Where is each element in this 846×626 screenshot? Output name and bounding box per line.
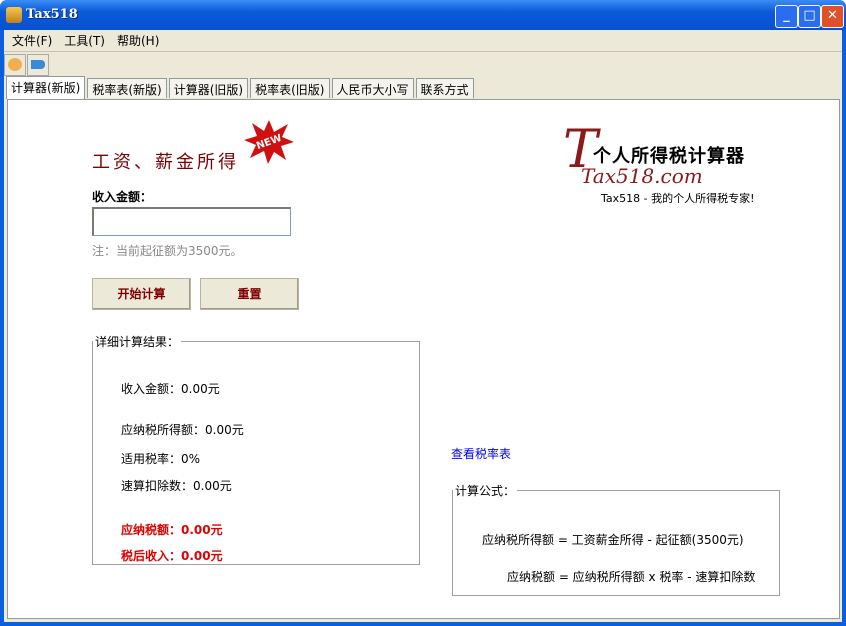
- result-deduction: 速算扣除数：0.00元: [121, 479, 232, 493]
- tab-rate-table-old[interactable]: 税率表(旧版): [250, 78, 330, 98]
- formula-group: 计算公式： 应纳税所得额 = 工资薪金所得 - 起征额(3500元) 应纳税额 …: [452, 482, 780, 596]
- calculate-button[interactable]: 开始计算: [92, 278, 191, 310]
- menu-bar: 文件(F) 工具(T) 帮助(H): [4, 30, 842, 49]
- coins-app-icon: [6, 7, 22, 23]
- maximize-button[interactable]: □: [798, 5, 821, 28]
- menu-tools[interactable]: 工具(T): [58, 30, 111, 49]
- new-badge-icon: NEW: [244, 120, 294, 164]
- close-button[interactable]: ✕: [821, 5, 844, 28]
- tax518-logo: T 个人所得税计算器 Tax518.com Tax518 - 我的个人所得税专家…: [563, 120, 755, 205]
- result-taxable: 应纳税所得额：0.00元: [121, 423, 244, 437]
- coins-toolbar-button[interactable]: [4, 54, 26, 76]
- app-window: Tax518 _ □ ✕ 文件(F) 工具(T) 帮助(H) 计算器(新版) 税…: [0, 0, 846, 626]
- details-group: 详细计算结果： 收入金额：0.00元 应纳税所得额：0.00元 适用税率：0% …: [92, 333, 420, 565]
- logo-brand: Tax518.com: [581, 164, 703, 188]
- client-area: 文件(F) 工具(T) 帮助(H) 计算器(新版) 税率表(新版) 计算器(旧版…: [4, 30, 842, 622]
- threshold-note: 注：当前起征额为3500元。: [92, 244, 243, 258]
- toolbar: [4, 51, 842, 76]
- tab-strip: 计算器(新版) 税率表(新版) 计算器(旧版) 税率表(旧版) 人民币大小写 联…: [6, 76, 476, 99]
- tab-contact[interactable]: 联系方式: [415, 78, 474, 98]
- tab-calculator-old[interactable]: 计算器(旧版): [168, 78, 249, 98]
- formula-1: 应纳税所得额 = 工资薪金所得 - 起征额(3500元): [482, 533, 744, 547]
- calculator-page: 工资、薪金所得 NEW 收入金额： 注：当前起征额为3500元。 开始计算 重置…: [7, 99, 840, 619]
- minimize-button[interactable]: _: [775, 5, 798, 28]
- title-bar[interactable]: Tax518 _ □ ✕: [0, 0, 846, 30]
- result-after-tax: 税后收入：0.00元: [121, 549, 223, 563]
- result-tax: 应纳税额：0.00元: [121, 523, 223, 537]
- formula-legend: 计算公式：: [455, 484, 516, 498]
- menu-help[interactable]: 帮助(H): [111, 30, 165, 49]
- view-rate-table-link[interactable]: 查看税率表: [451, 445, 511, 462]
- page-heading: 工资、薪金所得: [92, 152, 239, 173]
- megaphone-toolbar-button[interactable]: [27, 54, 49, 76]
- result-income: 收入金额：0.00元: [121, 382, 220, 396]
- result-rate: 适用税率：0%: [121, 452, 201, 466]
- income-label: 收入金额：: [92, 190, 153, 204]
- tab-rate-table-new[interactable]: 税率表(新版): [87, 78, 167, 98]
- formula-2: 应纳税额 = 应纳税所得额 x 税率 - 速算扣除数: [507, 570, 756, 584]
- megaphone-icon: [31, 60, 45, 69]
- coins-icon: [8, 58, 22, 71]
- reset-button[interactable]: 重置: [200, 278, 299, 310]
- income-input[interactable]: [92, 207, 291, 236]
- details-legend: 详细计算结果：: [95, 335, 180, 349]
- menu-file[interactable]: 文件(F): [6, 30, 58, 49]
- tab-rmb-uppercase[interactable]: 人民币大小写: [331, 78, 414, 98]
- window-title: Tax518: [26, 7, 78, 22]
- logo-tagline: Tax518 - 我的个人所得税专家!: [601, 192, 755, 205]
- tab-calculator-new[interactable]: 计算器(新版): [6, 76, 86, 99]
